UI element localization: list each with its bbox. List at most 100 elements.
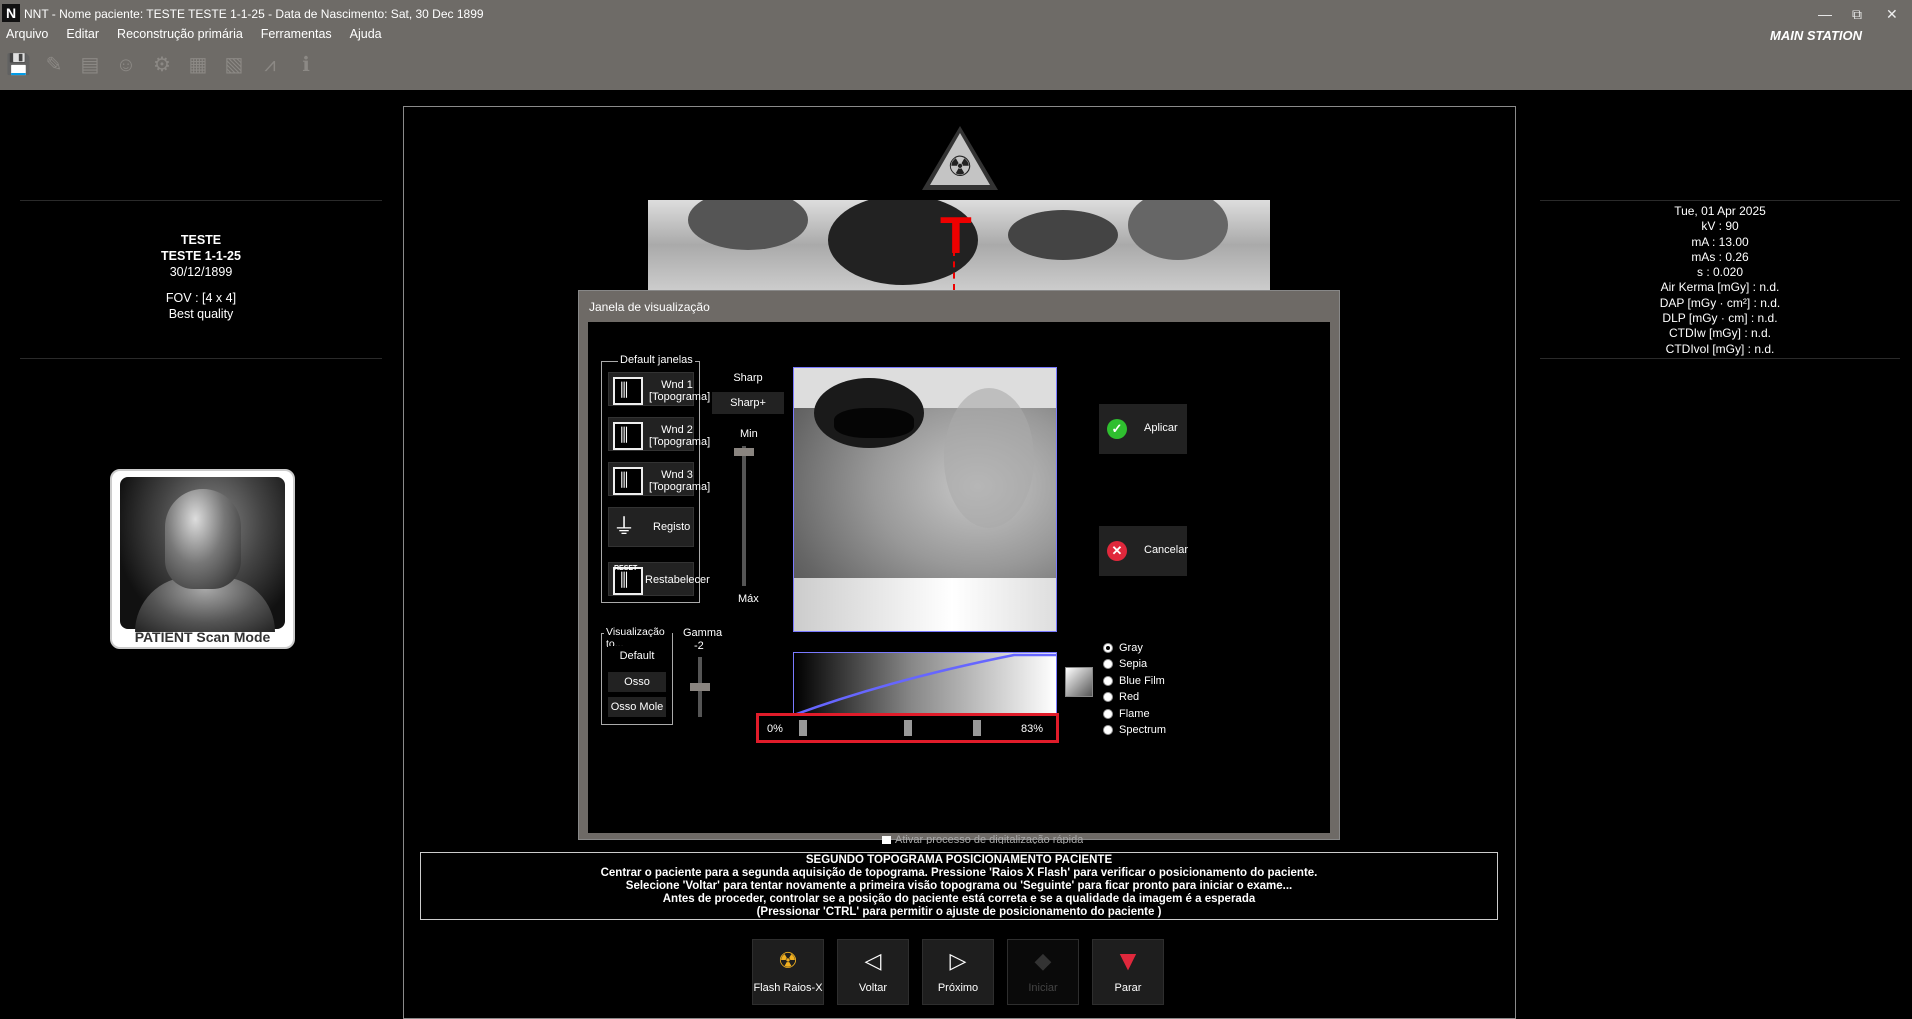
cancel-button[interactable]: ✕ Cancelar [1099,526,1188,576]
radiation-symbol-icon: ☢ [947,151,973,182]
toolbar: 💾 ✎ ▤ ☺ ⚙ ▦ ▧ ⩘ ℹ [6,52,318,78]
registo-button[interactable]: ⏚ Registo [608,507,694,547]
vis-osso-button[interactable]: Osso [608,672,666,692]
exposure-dap: DAP [mGy · cm²] : n.d. [1659,295,1781,310]
stop-label: Parar [1114,982,1142,994]
divider [20,358,382,359]
exposure-info: Tue, 01 Apr 2025 kV : 90 mA : 13.00 mAs … [1540,204,1900,357]
database-icon[interactable]: ▦ [186,52,210,78]
colormap-swatch[interactable] [1065,667,1093,697]
default-windows-legend: Default janelas [618,354,695,366]
window-levels-icon [613,377,643,405]
radio-spectrum[interactable]: Spectrum [1103,724,1166,736]
radio-red[interactable]: Red [1103,691,1139,703]
visualization-group: Visualização to... Default Osso Osso Mol… [601,626,673,725]
fast-scan-checkbox[interactable]: Ativar processo de digitalização rápida [882,834,1083,844]
fov-text: FOV : [4 x 4] [165,291,237,305]
menu-reconstrucao[interactable]: Reconstrução primária [117,27,243,41]
chart-icon[interactable]: ⩘ [258,52,282,78]
range-min-label: 0% [767,723,783,735]
gamma-label: Gamma [683,627,723,639]
apply-button[interactable]: ✓ Aplicar [1099,404,1187,454]
sharp-button[interactable]: Sharp [712,367,784,389]
min-label: Min [740,428,758,440]
settings-icon[interactable]: ⚙ [150,52,174,78]
divider [1540,358,1900,359]
menu-editar[interactable]: Editar [66,27,99,41]
window-title: NNT - Nome paciente: TESTE TESTE 1-1-25 … [24,7,484,21]
message-line-2: Centrar o paciente para a segunda aquisi… [600,867,1318,879]
triangle-right-icon: ▷ [949,948,967,973]
user-icon[interactable]: ☺ [114,52,138,78]
radio-spectrum-label: Spectrum [1119,724,1167,736]
apply-label: Aplicar [1144,422,1178,434]
gamma-slider-thumb[interactable] [690,683,710,691]
flash-xray-button[interactable]: ☢ Flash Raios-X [752,939,824,1005]
topogram-center-line [953,250,955,290]
wnd1-button[interactable]: Wnd 1[Topograma] [608,372,710,406]
default-windows-group: Default janelas Wnd 1[Topograma] Wnd 2[T… [601,354,710,603]
sharpness-slider-track[interactable] [742,446,746,586]
message-line-1: SEGUNDO TOPOGRAMA POSICIONAMENTO PACIENT… [805,854,1113,866]
range-min-thumb[interactable] [799,720,807,736]
menu-arquivo[interactable]: Arquivo [6,27,48,41]
radio-sepia[interactable]: Sepia [1103,658,1147,670]
folder-icon[interactable]: ▤ [78,52,102,78]
menu-ajuda[interactable]: Ajuda [350,27,382,41]
wnd3-button[interactable]: Wnd 3[Topograma] [608,462,710,496]
save-icon[interactable]: 💾 [6,52,31,78]
window-range-bar[interactable]: 0% 83% [756,713,1059,743]
message-line-4: Antes de proceder, controlar se a posiçã… [662,893,1256,905]
scan-mode-label: PATIENT Scan Mode [134,629,271,645]
radio-gray[interactable]: Gray [1103,642,1143,654]
close-button[interactable]: ✕ [1886,6,1898,23]
radio-flame[interactable]: Flame [1103,708,1150,720]
menu-ferramentas[interactable]: Ferramentas [261,27,332,41]
gamma-curve [794,653,1056,717]
quality-text: Best quality [168,307,234,321]
sharp-plus-button[interactable]: Sharp+ [712,392,784,414]
radio-blue-film[interactable]: Blue Film [1103,675,1165,687]
stop-button[interactable]: ▼ Parar [1092,939,1164,1005]
instruction-message: SEGUNDO TOPOGRAMA POSICIONAMENTO PACIENT… [420,852,1498,920]
back-button[interactable]: ◁ Voltar [837,939,909,1005]
radio-red-label: Red [1119,691,1140,703]
wnd1-label: Wnd 1 [661,379,693,391]
patient-icon[interactable]: ▧ [222,52,246,78]
message-line-5: (Pressionar 'CTRL' para permitir o ajust… [756,906,1162,918]
window-levels-icon [613,467,643,495]
next-button[interactable]: ▷ Próximo [922,939,994,1005]
head-shape [165,489,241,589]
triangle-left-icon: ◁ [864,948,882,973]
station-label: MAIN STATION [1770,28,1862,43]
sharpness-slider-thumb[interactable] [734,448,754,456]
exposure-ctdiw: CTDIw [mGy] : n.d. [1668,326,1771,341]
info-icon[interactable]: ℹ [294,52,318,78]
range-mid-thumb[interactable] [904,720,912,736]
preview-image [793,367,1057,632]
start-label: Iniciar [1028,982,1058,994]
patient-head-image [120,477,285,632]
exposure-ma: mA : 13.00 [1691,234,1749,249]
wnd2-button[interactable]: Wnd 2[Topograma] [608,417,710,451]
filter-save-icon: ⏚ [613,514,636,539]
minimize-button[interactable]: — [1818,6,1832,22]
restabelecer-button[interactable]: RESET Restabelecer [608,562,710,596]
radiation-icon: ☢ [778,948,798,973]
vis-osso-mole-button[interactable]: Osso Mole [608,697,666,717]
range-max-thumb[interactable] [973,720,982,736]
message-line-3: Selecione 'Voltar' para tentar novamente… [625,880,1293,892]
range-max-label: 83% [1021,723,1044,735]
patient-dob: 30/12/1899 [169,265,233,279]
start-button[interactable]: ◆ Iniciar [1007,939,1079,1005]
max-label: Máx [738,593,759,605]
edit-document-icon[interactable]: ✎ [42,52,66,78]
exposure-ctdivol: CTDIvol [mGy] : n.d. [1665,341,1775,356]
colormap-radio-group: Gray Sepia Blue Film Red Flame Spectrum [1103,642,1193,742]
restore-button[interactable]: ⧉ [1852,6,1862,23]
vis-default-button[interactable]: Default [608,646,666,666]
radio-blue-film-label: Blue Film [1119,675,1165,687]
radio-flame-label: Flame [1119,708,1150,720]
menu-bar: Arquivo Editar Reconstrução primária Fer… [6,27,382,41]
gamma-value: -2 [694,640,704,652]
